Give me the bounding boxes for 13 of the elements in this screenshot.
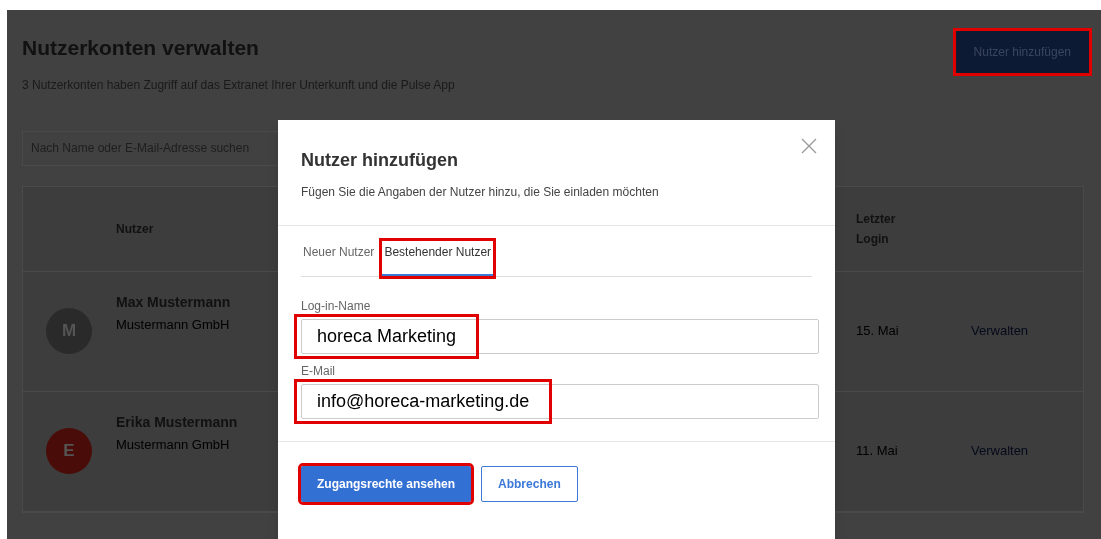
last-login: 15. Mai [856, 322, 900, 341]
tab[interactable]: Bestehender Nutzer [382, 241, 494, 276]
tab[interactable]: Neuer Nutzer [301, 241, 377, 276]
field-label: Log-in-Name [301, 298, 371, 315]
view-permissions-button[interactable]: Zugangsrechte ansehen [301, 466, 472, 502]
avatar: E [46, 428, 92, 474]
company-name: Mustermann GmbH [116, 315, 230, 334]
cancel-button[interactable]: Abbrechen [481, 466, 578, 502]
close-icon[interactable] [801, 138, 817, 154]
dialog-subtitle: Fügen Sie die Angaben der Nutzer hinzu, die Sie einladen möchten [301, 184, 660, 201]
field-label: E-Mail [301, 363, 335, 380]
company-name: Mustermann GmbH [116, 435, 230, 454]
last-login: 11. Mai [856, 442, 899, 461]
